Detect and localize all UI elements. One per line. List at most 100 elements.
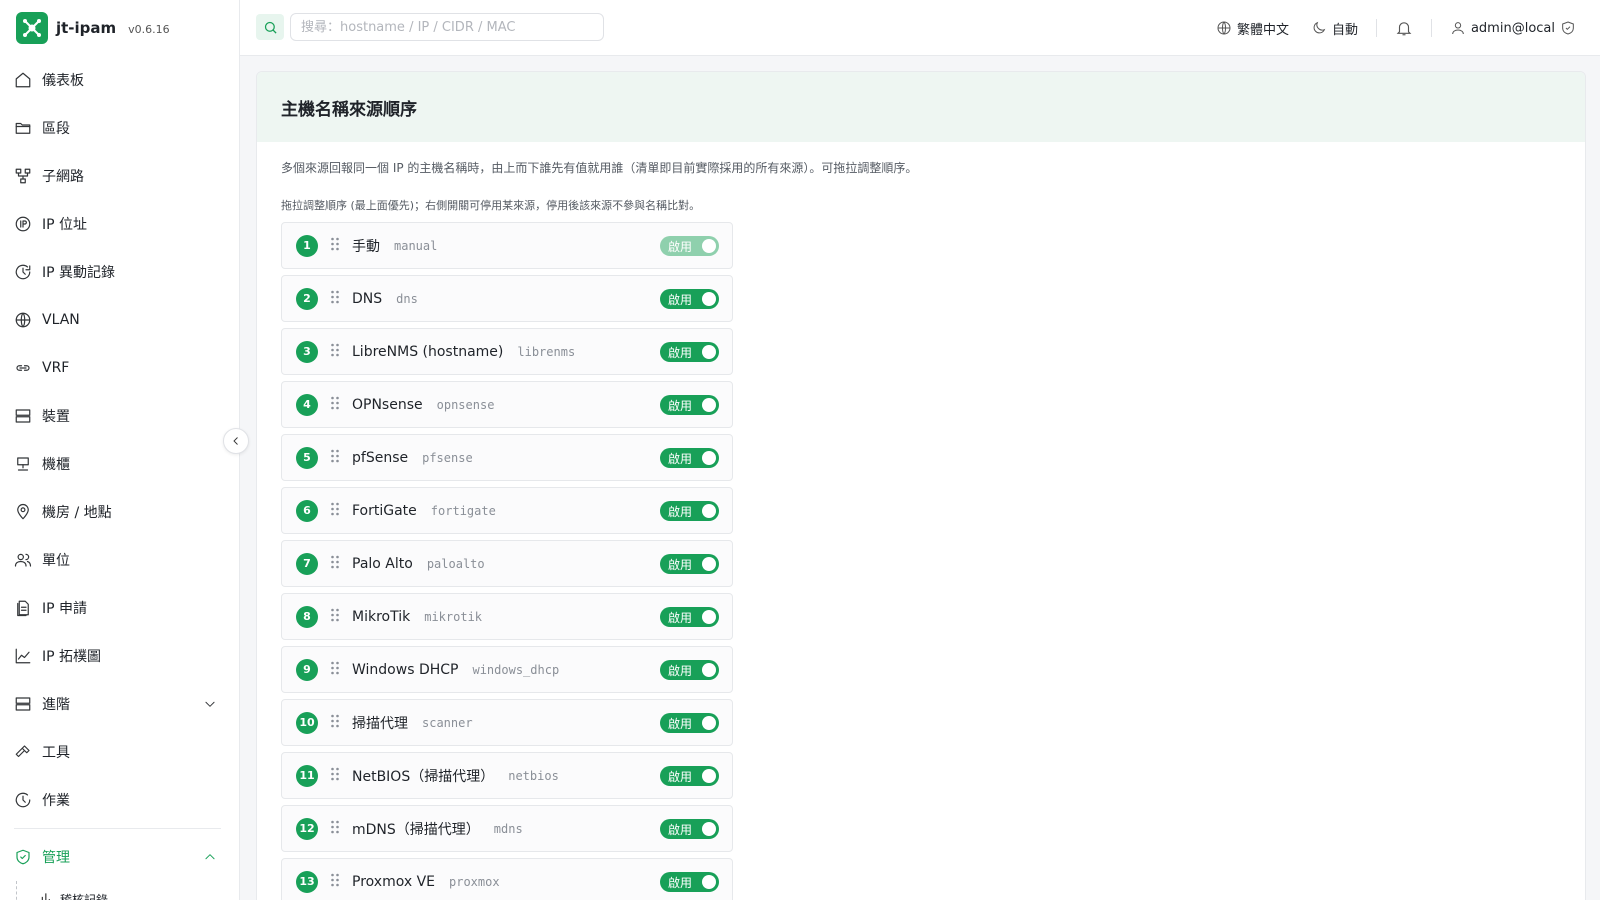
sidebar-item-label: 工具 [42,745,70,761]
sidebar-item-vrf[interactable]: VRF [0,344,239,392]
bell-icon [1396,22,1412,36]
drag-hint: 拖拉調整順序 (最上面優先)；右側開關可停用某來源，停用後該來源不參與名稱比對。 [281,199,701,212]
location-icon [17,503,29,520]
folder-icon [15,122,31,134]
toggle-knob [702,292,716,306]
source-name: MikroTik [352,608,411,625]
drag-handle-icon[interactable] [330,236,340,250]
sidebar-item-sections[interactable]: 區段 [0,104,239,152]
sidebar-item-racks[interactable]: 機櫃 [0,440,239,488]
sidebar-item-tools[interactable]: 工具 [0,728,239,776]
enable-toggle[interactable]: 啟用 [660,713,719,733]
sidebar-item-units[interactable]: 單位 [0,536,239,584]
drag-handle-icon[interactable] [330,448,340,462]
source-row-netbios[interactable]: 11 NetBIOS（掃描代理） netbios 啟用 [281,752,733,799]
source-row-proxmox[interactable]: 13 Proxmox VE proxmox 啟用 [281,858,733,900]
sidebar-item-admin[interactable]: 管理 [0,833,239,881]
toggle-knob [702,875,716,889]
theme-toggle[interactable]: 自動 [1311,19,1358,38]
drag-handle-icon[interactable] [330,819,340,833]
enable-toggle[interactable]: 啟用 [660,342,719,362]
drag-handle-icon[interactable] [330,660,340,674]
sidebar-item-ip-requests[interactable]: IP 申請 [0,584,239,632]
drag-handle-icon[interactable] [330,607,340,621]
sidebar-item-advanced[interactable]: 進階 [0,680,239,728]
toggle-knob [702,504,716,518]
source-row-mikrotik[interactable]: 8 MikroTik mikrotik 啟用 [281,593,733,640]
card-header: 主機名稱來源順序 [257,72,1585,142]
sidebar-item-label: IP 位址 [42,217,88,233]
drag-handle-icon[interactable] [330,766,340,780]
toggle-label: 啟用 [668,504,693,519]
divider [1375,19,1377,37]
sidebar-item-ip-topology[interactable]: IP 拓樸圖 [0,632,239,680]
theme-label: 自動 [1331,22,1358,38]
sidebar-item-dashboard[interactable]: 儀表板 [0,56,239,104]
drag-handle-icon[interactable] [330,395,340,409]
source-row-pfsense[interactable]: 5 pfSense pfsense 啟用 [281,434,733,481]
sidebar-item-label: IP 拓樸圖 [42,649,102,665]
sidebar-item-label: VLAN [42,312,80,328]
history-icon [15,264,31,280]
drag-handle-icon[interactable] [330,289,340,303]
drag-handle-icon[interactable] [330,342,340,356]
sidebar-item-jobs[interactable]: 作業 [0,776,239,824]
enable-toggle[interactable]: 啟用 [660,501,719,521]
toggle-knob [702,557,716,571]
enable-toggle[interactable]: 啟用 [660,448,719,468]
sidebar-item-label: IP 申請 [42,601,88,617]
source-row-windows_dhcp[interactable]: 9 Windows DHCP windows_dhcp 啟用 [281,646,733,693]
search-icon [264,21,277,34]
notifications-button[interactable] [1395,19,1413,37]
enable-toggle[interactable]: 啟用 [660,554,719,574]
enable-toggle[interactable]: 啟用 [660,607,719,627]
language-selector[interactable]: 繁體中文 [1216,19,1289,38]
sidebar-item-locations[interactable]: 機房 / 地點 [0,488,239,536]
source-key: librenms [517,344,576,359]
sidebar-item-vlan[interactable]: VLAN [0,296,239,344]
sidebar-item-devices[interactable]: 裝置 [0,392,239,440]
server-icon [15,409,31,423]
sidebar-item-subnets[interactable]: 子網路 [0,152,239,200]
source-row-fortigate[interactable]: 6 FortiGate fortigate 啟用 [281,487,733,534]
document-icon [17,600,29,617]
enable-toggle[interactable]: 啟用 [660,872,719,892]
enable-toggle[interactable]: 啟用 [660,236,719,256]
source-name: LibreNMS (hostname) [352,343,504,360]
source-key: proxmox [449,874,500,889]
source-key: windows_dhcp [472,662,560,677]
source-row-dns[interactable]: 2 DNS dns 啟用 [281,275,733,322]
drag-handle-icon[interactable] [330,501,340,515]
source-row-opnsense[interactable]: 4 OPNsense opnsense 啟用 [281,381,733,428]
drag-handle-icon[interactable] [330,872,340,886]
source-row-librenms[interactable]: 3 LibreNMS (hostname) librenms 啟用 [281,328,733,375]
source-row-manual[interactable]: 1 手動 manual 啟用 [281,222,733,269]
source-row-mdns[interactable]: 12 mDNS（掃描代理） mdns 啟用 [281,805,733,852]
moon-icon [1313,21,1326,34]
globe-icon [1217,21,1231,35]
user-menu[interactable]: admin@local [1450,20,1576,36]
enable-toggle[interactable]: 啟用 [660,819,719,839]
sidebar-item-ip-addresses[interactable]: IP 位址 [0,200,239,248]
source-row-scanner[interactable]: 10 掃描代理 scanner 啟用 [281,699,733,746]
priority-badge: 11 [296,764,318,787]
source-row-paloalto[interactable]: 7 Palo Alto paloalto 啟用 [281,540,733,587]
enable-toggle[interactable]: 啟用 [660,395,719,415]
sidebar-item-ip-history[interactable]: IP 異動記錄 [0,248,239,296]
priority-badge: 10 [296,711,318,734]
brand[interactable]: jt-ipam v0.6.16 [0,0,239,56]
sidebar-subitem-audit-log[interactable]: 稽核記錄 [0,881,239,900]
search-input[interactable] [290,13,604,41]
source-name: mDNS（掃描代理） [352,821,480,838]
rack-icon [17,457,29,471]
priority-badge: 4 [296,393,318,416]
search-button[interactable] [256,14,284,40]
network-icon [15,168,31,184]
collapse-sidebar-button[interactable] [223,428,249,454]
toggle-knob [702,769,716,783]
enable-toggle[interactable]: 啟用 [660,289,719,309]
drag-handle-icon[interactable] [330,554,340,568]
drag-handle-icon[interactable] [330,713,340,727]
enable-toggle[interactable]: 啟用 [660,660,719,680]
enable-toggle[interactable]: 啟用 [660,766,719,786]
